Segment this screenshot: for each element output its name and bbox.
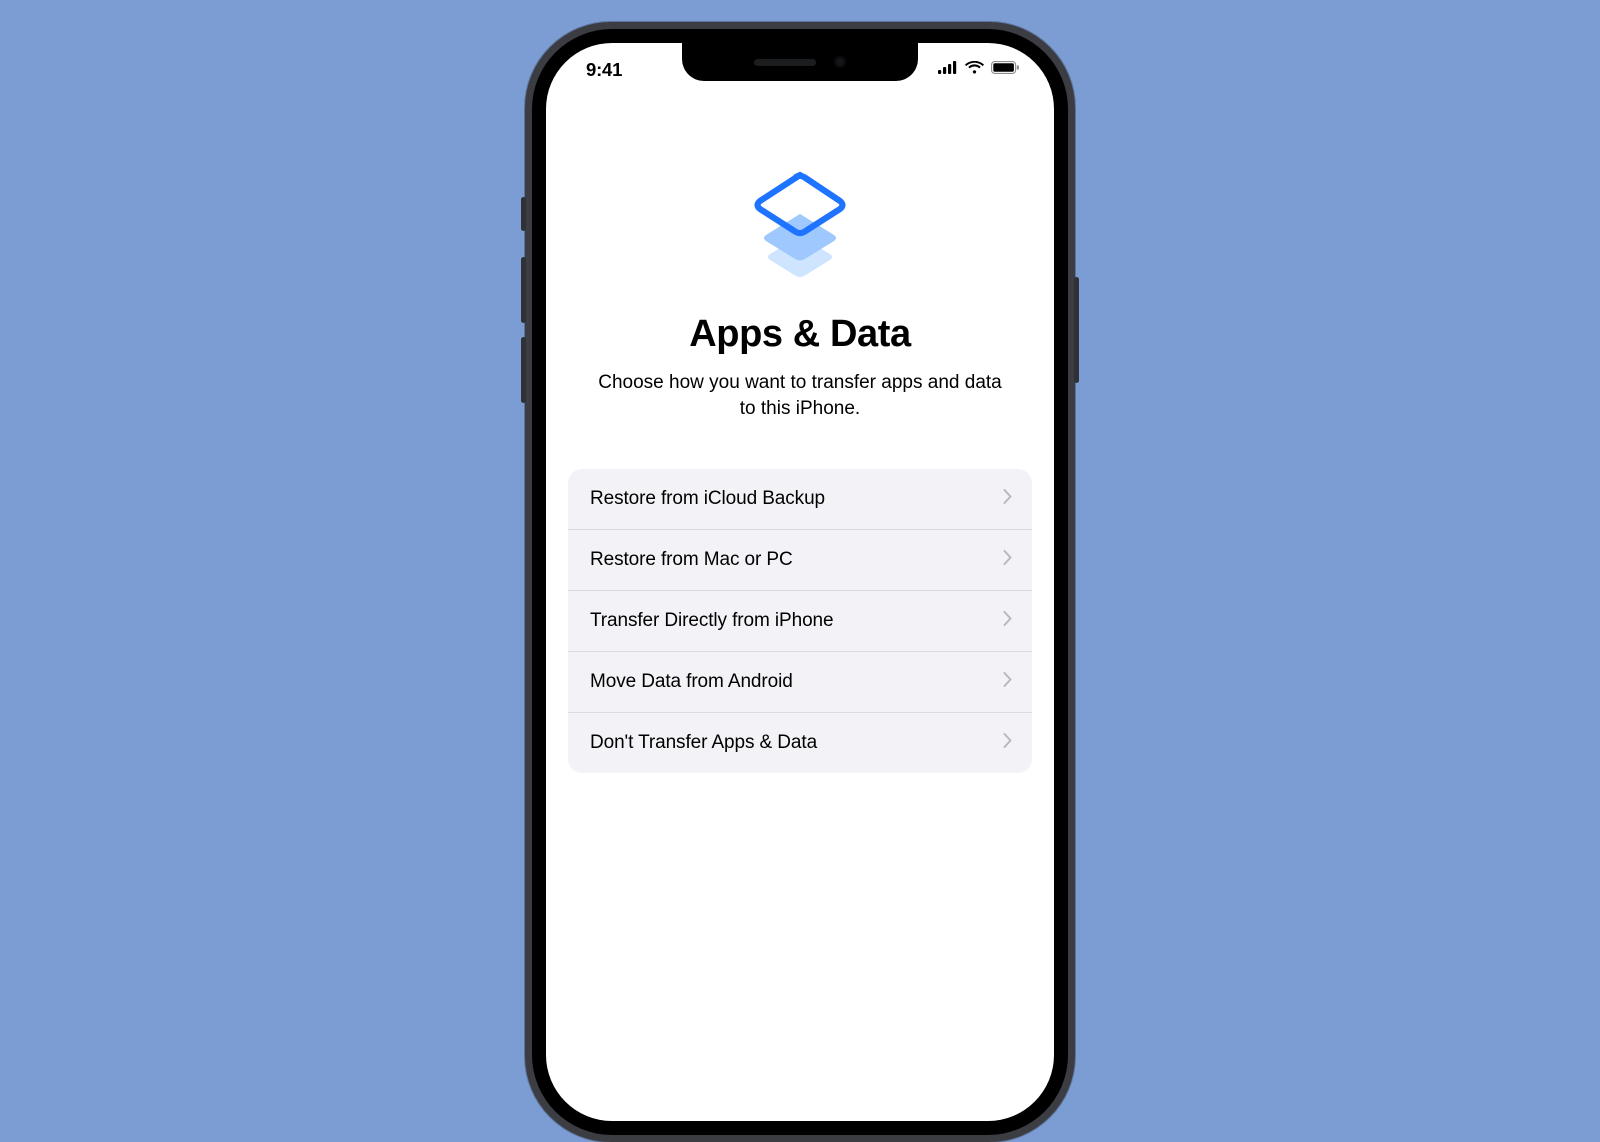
page-title: Apps & Data — [568, 313, 1032, 356]
volume-down-button — [521, 337, 526, 403]
option-restore-icloud[interactable]: Restore from iCloud Backup — [568, 469, 1032, 529]
chevron-right-icon — [1003, 732, 1012, 754]
battery-icon — [991, 61, 1020, 79]
option-move-android[interactable]: Move Data from Android — [568, 651, 1032, 712]
wifi-icon — [965, 61, 984, 79]
setup-content: Apps & Data Choose how you want to trans… — [546, 97, 1054, 1121]
transfer-options-list: Restore from iCloud Backup Restore from … — [568, 469, 1032, 773]
volume-up-button — [521, 257, 526, 323]
chevron-right-icon — [1003, 549, 1012, 571]
phone-frame: 9:41 — [525, 22, 1075, 1142]
screen: 9:41 — [546, 43, 1054, 1121]
status-time: 9:41 — [586, 59, 622, 81]
mute-switch — [521, 197, 526, 231]
chevron-right-icon — [1003, 671, 1012, 693]
option-label: Move Data from Android — [590, 671, 793, 693]
option-dont-transfer[interactable]: Don't Transfer Apps & Data — [568, 712, 1032, 773]
apps-data-stack-icon — [568, 169, 1032, 289]
page-subtitle: Choose how you want to transfer apps and… — [594, 370, 1006, 421]
option-label: Don't Transfer Apps & Data — [590, 732, 817, 754]
power-button — [1074, 277, 1079, 383]
chevron-right-icon — [1003, 610, 1012, 632]
option-restore-mac-pc[interactable]: Restore from Mac or PC — [568, 529, 1032, 590]
status-bar: 9:41 — [546, 43, 1054, 97]
option-label: Transfer Directly from iPhone — [590, 610, 833, 632]
option-transfer-iphone[interactable]: Transfer Directly from iPhone — [568, 590, 1032, 651]
option-label: Restore from iCloud Backup — [590, 488, 825, 510]
cellular-icon — [938, 61, 958, 79]
status-icons — [938, 61, 1020, 79]
option-label: Restore from Mac or PC — [590, 549, 793, 571]
chevron-right-icon — [1003, 488, 1012, 510]
phone-bezel: 9:41 — [532, 29, 1068, 1135]
